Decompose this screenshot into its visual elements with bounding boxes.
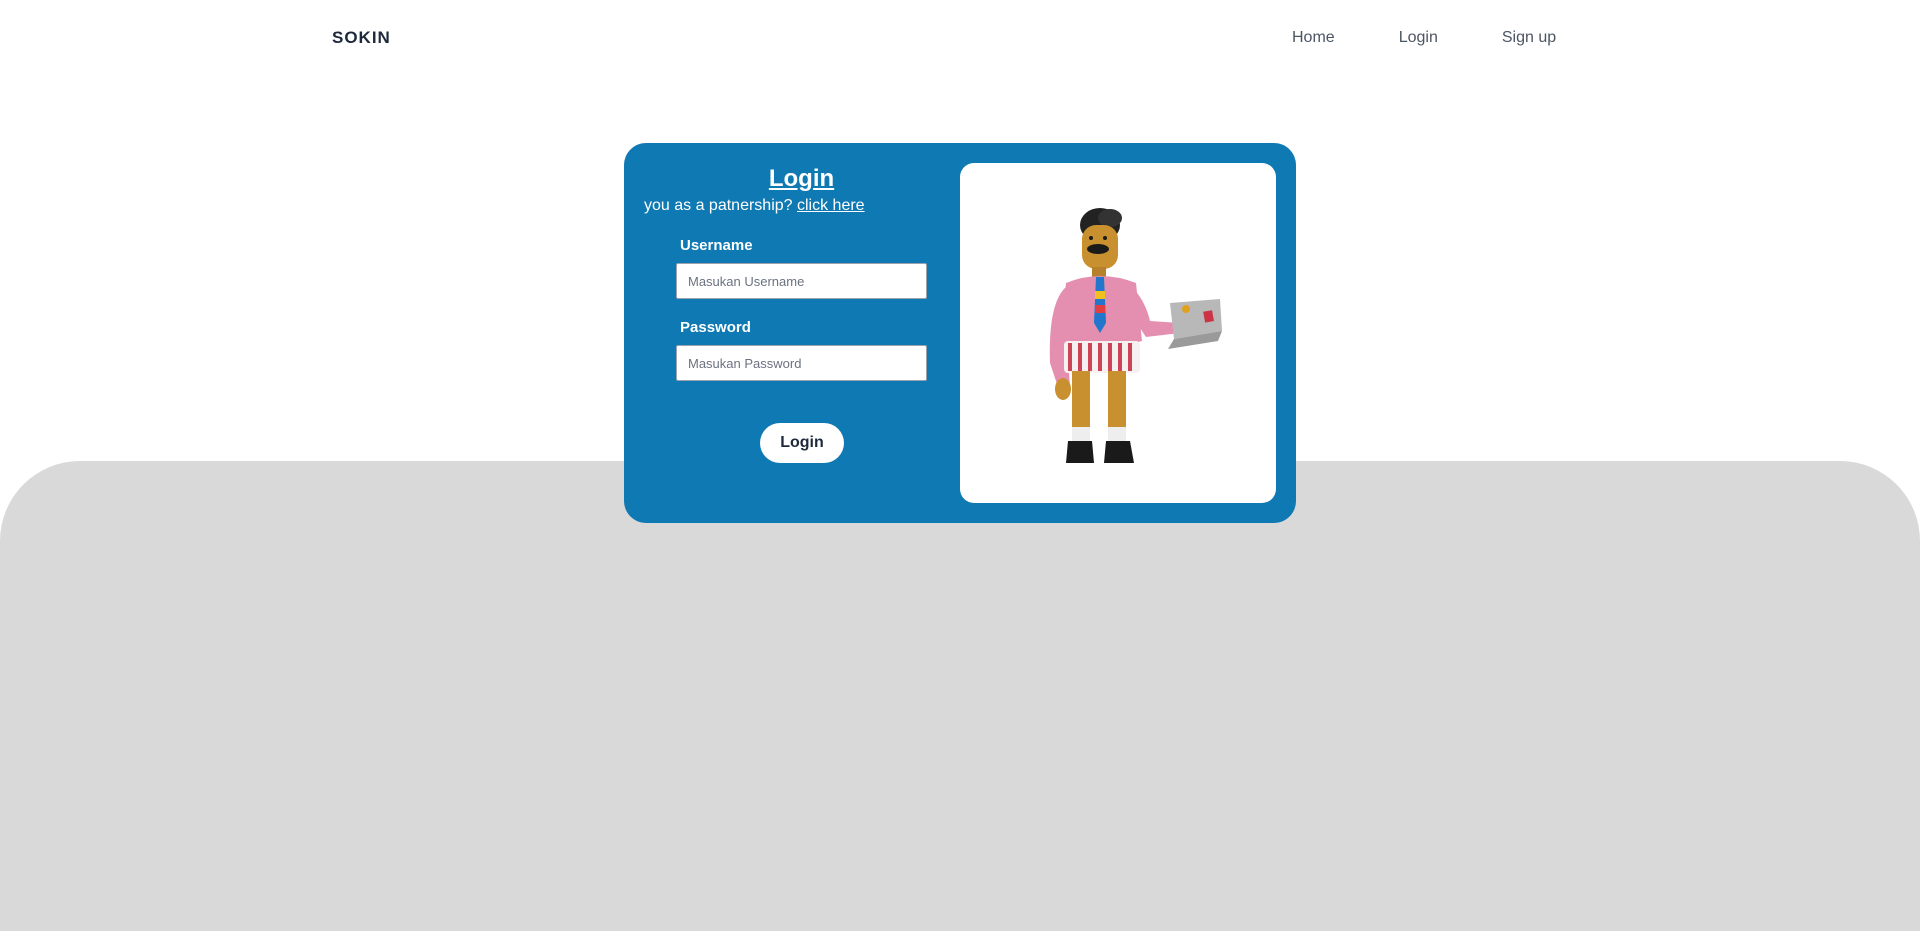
nav-link-login[interactable]: Login — [1399, 29, 1438, 47]
partnership-prompt-text: you as a patnership? — [644, 197, 793, 214]
nav-links: Home Login Sign up — [1292, 29, 1556, 47]
brand-logo[interactable]: SOKIN — [332, 28, 391, 48]
password-label: Password — [680, 319, 751, 336]
password-input[interactable] — [676, 345, 927, 381]
login-form: Login you as a patnership? click here Us… — [644, 143, 959, 523]
login-submit-button[interactable]: Login — [760, 423, 844, 463]
username-label: Username — [680, 237, 753, 254]
partnership-prompt: you as a patnership? click here — [644, 197, 865, 215]
man-holding-laptop-illustration — [1049, 208, 1222, 463]
nav-link-signup[interactable]: Sign up — [1502, 29, 1556, 47]
nav-link-home[interactable]: Home — [1292, 29, 1335, 47]
footer-background-band — [0, 461, 1920, 931]
illustration-panel — [960, 163, 1276, 503]
partnership-link[interactable]: click here — [797, 197, 865, 214]
login-card: Login you as a patnership? click here Us… — [624, 143, 1296, 523]
login-title: Login — [768, 165, 835, 192]
navbar: SOKIN Home Login Sign up — [0, 0, 1920, 76]
username-input[interactable] — [676, 263, 927, 299]
